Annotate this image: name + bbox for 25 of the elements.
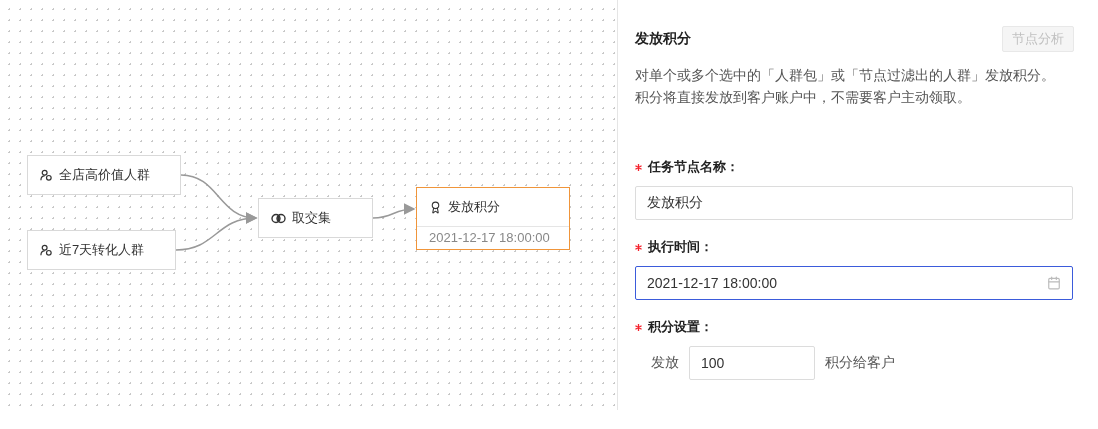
flow-node[interactable]: 全店高价值人群: [27, 155, 181, 195]
flow-node[interactable]: 取交集: [258, 198, 373, 238]
flow-node[interactable]: 发放积分 2021-12-17 18:00:00: [416, 187, 570, 250]
field-suffix: 积分给客户: [825, 354, 895, 372]
node-label: 发放积分: [448, 198, 500, 216]
number-field[interactable]: 100: [689, 346, 815, 380]
panel-title: 发放积分: [635, 30, 691, 48]
node-label: 取交集: [292, 209, 331, 227]
node-label: 近7天转化人群: [59, 241, 145, 259]
node-label: 全店高价值人群: [59, 166, 150, 184]
date-field[interactable]: 2021-12-17 18:00:00: [635, 266, 1073, 300]
calendar-icon: [1047, 276, 1061, 290]
flow-node[interactable]: 近7天转化人群: [27, 230, 176, 270]
people-icon: [40, 243, 53, 257]
node-time: 2021-12-17 18:00:00: [417, 226, 569, 249]
field-label: 执行时间：: [648, 238, 713, 256]
connector-arrow: [372, 203, 416, 219]
description: 对单个或多个选中的「人群包」或「节点过滤出的人群」发放积分。积分将直接发放到客户账户中，不需要客户主动领取。: [635, 66, 1055, 107]
award-icon: [429, 200, 442, 214]
field-label: 积分设置：: [648, 318, 713, 336]
field-label: 任务节点名称：: [648, 158, 739, 176]
people-icon: [40, 168, 53, 182]
intersect-icon: [271, 212, 286, 224]
input-field[interactable]: 发放积分: [635, 186, 1073, 220]
field-prefix: 发放: [651, 354, 679, 372]
